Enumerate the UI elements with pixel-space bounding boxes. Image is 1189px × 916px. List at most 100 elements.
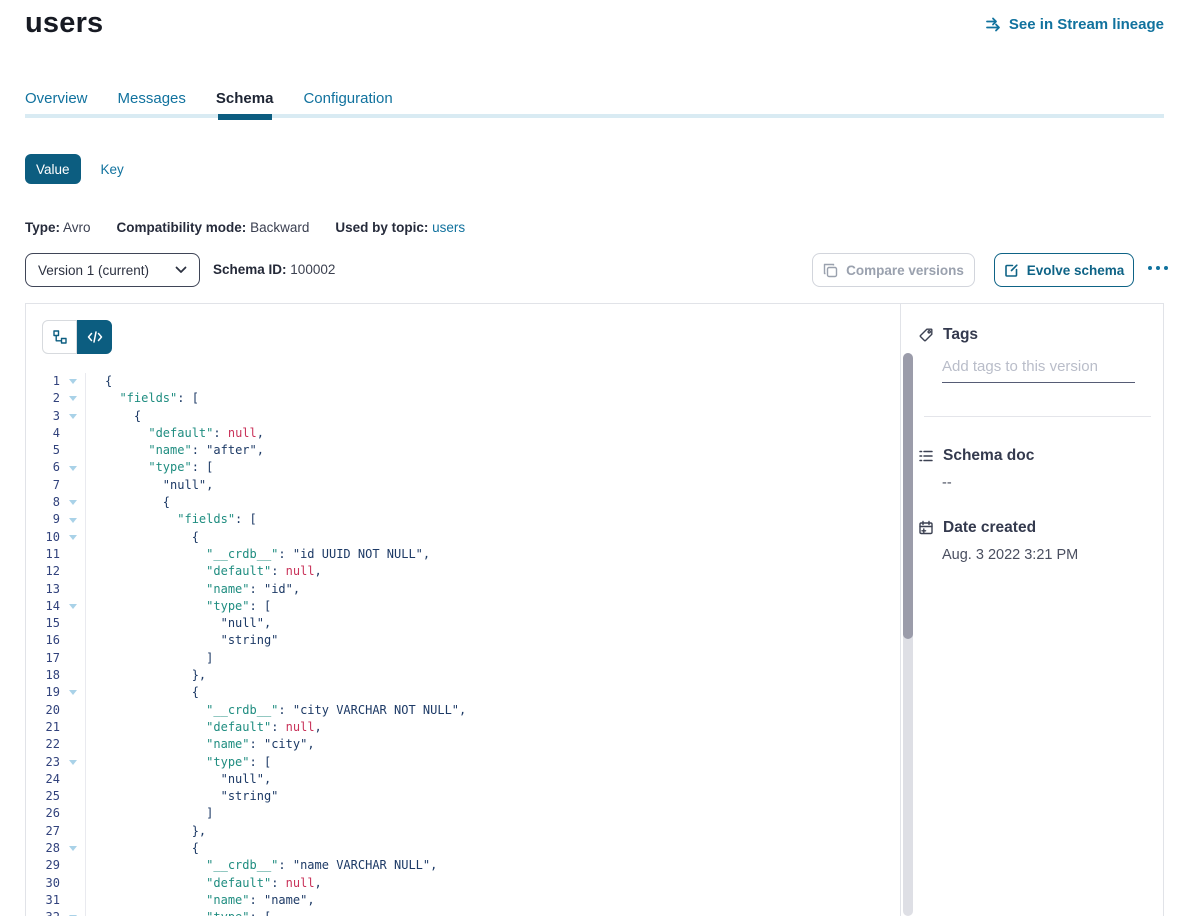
tab-schema[interactable]: Schema: [216, 90, 274, 107]
code-line-text: },: [86, 667, 206, 684]
line-number: 22: [26, 736, 60, 753]
code-line: 3 {: [26, 408, 896, 425]
used-by-topic-link[interactable]: users: [432, 220, 465, 235]
code-line: 32 "type": [: [26, 909, 896, 916]
code-line: 8 {: [26, 494, 896, 511]
add-tags-input[interactable]: [942, 358, 1135, 383]
code-line: 2 "fields": [: [26, 390, 896, 407]
fold-toggle[interactable]: [60, 459, 86, 476]
fold-toggle[interactable]: [60, 909, 86, 916]
code-line: 17 ]: [26, 650, 896, 667]
code-line-text: "null",: [86, 771, 271, 788]
code-line: 9 "fields": [: [26, 511, 896, 528]
line-number: 16: [26, 632, 60, 649]
code-line: 23 "type": [: [26, 754, 896, 771]
fold-gutter: [60, 771, 86, 788]
code-line-text: "string": [86, 788, 278, 805]
tab-overview[interactable]: Overview: [25, 90, 88, 107]
fold-arrow-icon: [69, 690, 77, 695]
line-number: 6: [26, 459, 60, 476]
schema-doc-title: Schema doc: [943, 447, 1034, 465]
code-line-text: "default": null,: [86, 719, 322, 736]
page-title: users: [25, 7, 103, 40]
used-by-topic-group: Used by topic: users: [335, 220, 465, 235]
tree-view-icon: [52, 329, 68, 345]
code-line-text: "__crdb__": "id UUID NOT NULL",: [86, 546, 430, 563]
more-options-button[interactable]: [1146, 264, 1170, 272]
line-number: 9: [26, 511, 60, 528]
code-view-icon: [87, 330, 103, 344]
code-line: 14 "type": [: [26, 598, 896, 615]
fold-toggle[interactable]: [60, 598, 86, 615]
line-number: 14: [26, 598, 60, 615]
fold-toggle[interactable]: [60, 408, 86, 425]
key-tab-button[interactable]: Key: [101, 162, 124, 177]
used-by-topic-label: Used by topic:: [335, 220, 428, 235]
chevron-down-icon: [175, 266, 187, 274]
code-line: 5 "name": "after",: [26, 442, 896, 459]
version-select[interactable]: Version 1 (current): [25, 253, 200, 287]
dot-icon: [1156, 266, 1160, 270]
code-line: 4 "default": null,: [26, 425, 896, 442]
fold-gutter: [60, 563, 86, 580]
tag-icon: [918, 327, 934, 343]
line-number: 3: [26, 408, 60, 425]
code-line-text: "default": null,: [86, 563, 322, 580]
line-number: 32: [26, 909, 60, 916]
code-line: 24 "null",: [26, 771, 896, 788]
code-line: 16 "string": [26, 632, 896, 649]
evolve-schema-button[interactable]: Evolve schema: [994, 253, 1134, 287]
line-number: 29: [26, 857, 60, 874]
fold-arrow-icon: [69, 518, 77, 523]
dot-icon: [1164, 266, 1168, 270]
fold-gutter: [60, 632, 86, 649]
fold-toggle[interactable]: [60, 529, 86, 546]
fold-gutter: [60, 425, 86, 442]
line-number: 2: [26, 390, 60, 407]
fold-toggle[interactable]: [60, 373, 86, 390]
stream-lineage-link[interactable]: See in Stream lineage: [985, 16, 1164, 33]
code-line: 27 },: [26, 823, 896, 840]
line-number: 28: [26, 840, 60, 857]
code-line-text: "type": [: [86, 754, 271, 771]
schema-sidebar: Tags Schema doc --: [900, 304, 1163, 916]
line-number: 31: [26, 892, 60, 909]
fold-gutter: [60, 667, 86, 684]
line-number: 7: [26, 477, 60, 494]
code-line: 10 {: [26, 529, 896, 546]
line-number: 19: [26, 684, 60, 701]
code-line: 6 "type": [: [26, 459, 896, 476]
line-number: 5: [26, 442, 60, 459]
line-number: 17: [26, 650, 60, 667]
tree-view-button[interactable]: [42, 320, 77, 354]
code-line: 22 "name": "city",: [26, 736, 896, 753]
code-view-button[interactable]: [77, 320, 112, 354]
schema-code-editor[interactable]: 1{2 "fields": [3 {4 "default": null,5 "n…: [26, 373, 896, 916]
tab-messages[interactable]: Messages: [118, 90, 186, 107]
compare-versions-button[interactable]: Compare versions: [812, 253, 975, 287]
code-line: 18 },: [26, 667, 896, 684]
evolve-schema-label: Evolve schema: [1027, 263, 1125, 278]
fold-gutter: [60, 892, 86, 909]
fold-toggle[interactable]: [60, 390, 86, 407]
code-line-text: "fields": [: [86, 511, 257, 528]
code-line-text: ]: [86, 805, 213, 822]
code-line-text: "name": "id",: [86, 581, 300, 598]
tab-underline-track: [25, 114, 1164, 118]
type-value: Avro: [63, 220, 91, 235]
calendar-plus-icon: [918, 520, 934, 536]
schema-id-label: Schema ID:: [213, 262, 287, 277]
tab-configuration[interactable]: Configuration: [303, 90, 392, 107]
fold-toggle[interactable]: [60, 754, 86, 771]
value-tab-button[interactable]: Value: [25, 154, 81, 184]
line-number: 13: [26, 581, 60, 598]
fold-toggle[interactable]: [60, 684, 86, 701]
line-number: 30: [26, 875, 60, 892]
fold-toggle[interactable]: [60, 840, 86, 857]
fold-toggle[interactable]: [60, 494, 86, 511]
type-label: Type:: [25, 220, 60, 235]
code-line: 21 "default": null,: [26, 719, 896, 736]
fold-toggle[interactable]: [60, 511, 86, 528]
schema-doc-section: Schema doc --: [918, 447, 1151, 491]
code-line-text: {: [86, 684, 199, 701]
